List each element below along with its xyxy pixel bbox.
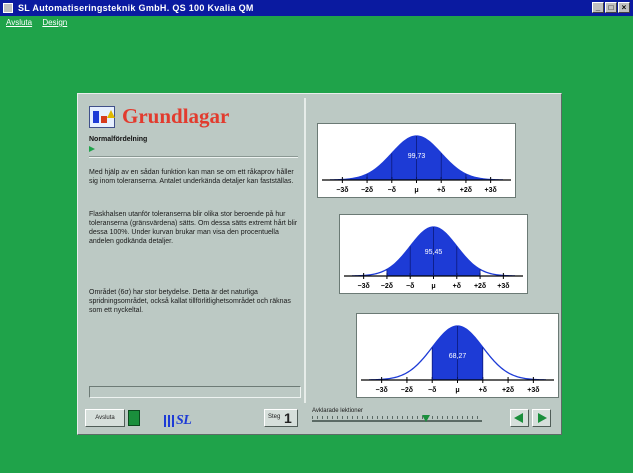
window-title: SL Automatiseringsteknik GmbH. QS 100 Kv… — [18, 3, 254, 13]
sl-logo: SL — [164, 413, 192, 429]
previous-button[interactable] — [510, 409, 529, 427]
step-number: 1 — [284, 410, 292, 426]
exit-button[interactable]: Avsluta — [85, 409, 125, 427]
title-bar[interactable]: SL Automatiseringsteknik GmbH. QS 100 Kv… — [0, 0, 633, 16]
percentage-label: 99,73 — [408, 153, 426, 160]
app-icon[interactable] — [3, 3, 13, 13]
minimize-button[interactable]: _ — [592, 2, 604, 13]
progress-ticks — [312, 416, 482, 419]
tick-label: +δ — [437, 187, 445, 194]
tick-label: +2δ — [474, 283, 486, 290]
paragraph-3: Området (6σ) har stor betydelse. Detta ä… — [89, 289, 291, 314]
chart-svg: −3δ −2δ −δ μ +δ +2δ +3δ 95,45 — [344, 226, 523, 290]
window-controls: _ □ × — [592, 2, 630, 13]
tick-label: +3δ — [527, 387, 539, 394]
step-button[interactable]: Steg 1 — [264, 409, 298, 427]
paragraph-2: Flaskhalsen utanför toleranserna blir ol… — [89, 211, 298, 245]
step-label: Steg — [268, 414, 281, 420]
tick-label: μ — [455, 387, 459, 394]
arrow-left-icon — [514, 413, 523, 423]
progress-label: Avklarade lektioner — [312, 408, 363, 414]
tick-label: −3δ — [358, 283, 370, 290]
arrow-right-icon — [538, 413, 547, 423]
section-subtitle: Normalfördelning — [89, 136, 148, 143]
tick-label: +δ — [479, 387, 487, 394]
arrow-icon — [89, 146, 95, 152]
tick-label: −3δ — [336, 187, 348, 194]
chart-svg: −3δ −2δ −δ μ +δ +2δ +3δ 99,73 — [322, 135, 511, 194]
close-button[interactable]: × — [618, 2, 630, 13]
next-button[interactable] — [532, 409, 551, 427]
progress-thumb[interactable] — [421, 415, 430, 422]
text-scrollbar[interactable] — [89, 386, 301, 398]
exit-door-icon — [128, 410, 140, 426]
tick-label: −δ — [388, 187, 396, 194]
maximize-button[interactable]: □ — [605, 2, 617, 13]
tick-label: +3δ — [497, 283, 509, 290]
tick-label: −3δ — [376, 387, 388, 394]
chart-logo-icon — [89, 106, 115, 128]
tick-label: +2δ — [460, 187, 472, 194]
tick-label: −δ — [406, 283, 414, 290]
menu-item-design[interactable]: Design — [42, 18, 67, 27]
progress-slider[interactable] — [312, 420, 482, 422]
tick-label: −δ — [428, 387, 436, 394]
menu-item-avsluta[interactable]: Avsluta — [6, 18, 32, 27]
tick-label: μ — [414, 187, 418, 194]
bottom-toolbar: Avsluta SL Steg 1 Avklarade lektioner — [82, 406, 557, 430]
tick-label: +δ — [453, 283, 461, 290]
tick-label: −2δ — [381, 283, 393, 290]
normal-chart-3sigma: −3δ −2δ −δ μ +δ +2δ +3δ 99,73 — [317, 123, 516, 198]
chart-svg: −3δ −2δ −δ μ +δ +2δ +3δ 68,27 — [361, 325, 554, 394]
tick-label: −2δ — [361, 187, 373, 194]
normal-chart-2sigma: −3δ −2δ −δ μ +δ +2δ +3δ 95,45 — [339, 214, 528, 294]
page-title: Grundlagar — [122, 104, 230, 128]
tick-label: −2δ — [401, 387, 413, 394]
tick-label: +3δ — [485, 187, 497, 194]
paragraph-1: Med hjälp av en sådan funktion kan man s… — [89, 169, 294, 185]
normal-chart-1sigma: −3δ −2δ −δ μ +δ +2δ +3δ 68,27 — [356, 313, 559, 398]
tick-label: +2δ — [502, 387, 514, 394]
percentage-label: 95,45 — [425, 249, 443, 256]
tick-label: μ — [431, 283, 435, 290]
divider — [89, 156, 298, 158]
text-pane: Grundlagar Normalfördelning Med hjälp av… — [82, 98, 306, 403]
percentage-label: 68,27 — [449, 353, 467, 360]
menu-bar: Avsluta Design — [0, 16, 633, 29]
sl-logo-text: SL — [176, 413, 192, 428]
lesson-panel: Grundlagar Normalfördelning Med hjälp av… — [77, 93, 562, 435]
